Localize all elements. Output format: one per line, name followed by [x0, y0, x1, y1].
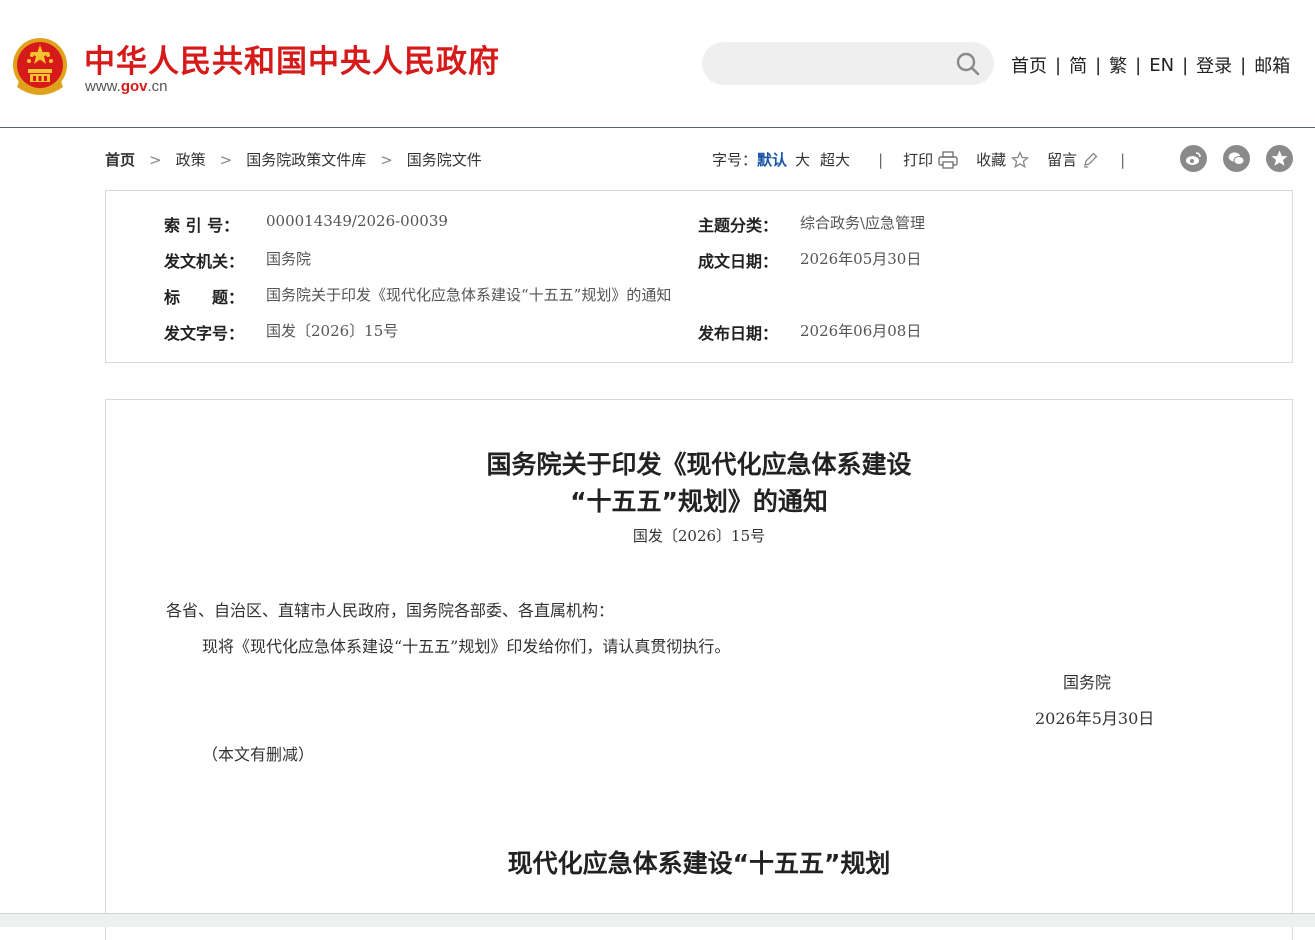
article-title-line2: “十五五”规划》的通知	[570, 487, 828, 516]
comment-label: 留言	[1047, 151, 1078, 169]
print-button[interactable]: 打印	[903, 149, 958, 170]
article-title: 国务院关于印发《现代化应急体系建设 “十五五”规划》的通知	[106, 446, 1292, 520]
share-qzone-button[interactable]	[1266, 145, 1293, 172]
domain-suffix: .cn	[147, 78, 168, 95]
qzone-icon	[1271, 150, 1288, 166]
meta-title-row: 标 题： 国务院关于印发《现代化应急体系建设“十五五”规划》的通知	[164, 284, 671, 308]
font-size-large[interactable]: 大	[795, 149, 810, 170]
chevron-right-icon: >	[149, 150, 162, 169]
article-doc-number: 国发〔2026〕15号	[632, 527, 766, 545]
meta-title-value: 国务院关于印发《现代化应急体系建设“十五五”规划》的通知	[266, 286, 672, 304]
meta-written-value: 2026年05月30日	[800, 250, 922, 268]
document-meta-box: 索 引 号： 000014349/2026-00039 主题分类： 综合政务\应…	[105, 190, 1293, 363]
pencil-icon	[1084, 152, 1098, 168]
search-icon[interactable]	[956, 52, 980, 76]
nav-home[interactable]: 首页	[1011, 52, 1047, 78]
wechat-icon	[1228, 152, 1245, 165]
share-weibo-button[interactable]	[1180, 145, 1207, 172]
meta-published-label: 发布日期：	[698, 324, 779, 343]
favorite-button[interactable]: 收藏	[976, 149, 1030, 170]
national-emblem-icon[interactable]	[11, 37, 69, 97]
comment-button[interactable]: 留言	[1047, 149, 1098, 170]
nav-mail[interactable]: 邮箱	[1254, 52, 1290, 78]
breadcrumb-policy[interactable]: 政策	[176, 149, 206, 170]
article-note: （本文有删减）	[202, 745, 315, 764]
meta-docno-value: 国发〔2026〕15号	[266, 322, 399, 340]
meta-docno-label: 发文字号：	[164, 324, 245, 343]
printer-icon	[938, 150, 958, 169]
article-date: 2026年5月30日	[1035, 709, 1155, 728]
star-icon	[1011, 150, 1030, 168]
print-label: 打印	[903, 151, 934, 169]
site-domain[interactable]: www.gov.cn	[85, 78, 168, 95]
share-wechat-button[interactable]	[1223, 145, 1250, 172]
search-input[interactable]	[720, 50, 944, 78]
nav-login[interactable]: 登录	[1196, 52, 1232, 78]
search-box	[702, 42, 994, 85]
meta-docno-row: 发文字号： 国发〔2026〕15号	[164, 320, 398, 344]
article-tools: 字号： 默认 大 超大 | 打印 收藏 留言 |	[712, 149, 1145, 170]
domain-brand: gov	[120, 78, 148, 95]
meta-index-row: 索 引 号： 000014349/2026-00039	[164, 212, 448, 236]
weibo-icon	[1186, 152, 1201, 165]
meta-written-row: 成文日期： 2026年05月30日	[698, 248, 921, 272]
breadcrumb-home[interactable]: 首页	[105, 149, 135, 170]
nav-separator: |	[1095, 54, 1102, 76]
meta-issuer-value: 国务院	[266, 250, 312, 268]
domain-prefix: www.	[85, 78, 121, 95]
tools-separator: |	[878, 150, 884, 169]
site-header: 中华人民共和国中央人民政府 www.gov.cn 首页 | 简 | 繁 | EN | 登…	[0, 0, 1315, 128]
meta-issuer-row: 发文机关： 国务院	[164, 248, 311, 272]
nav-english[interactable]: EN	[1149, 55, 1174, 76]
font-size-xlarge[interactable]: 超大	[820, 149, 850, 170]
meta-topic-label: 主题分类：	[698, 216, 779, 235]
meta-title-label: 标 题：	[164, 288, 245, 307]
nav-separator: |	[1055, 54, 1062, 76]
meta-published-row: 发布日期： 2026年06月08日	[698, 320, 921, 344]
tools-separator: |	[1120, 150, 1126, 169]
plan-title: 现代化应急体系建设“十五五”规划	[507, 849, 891, 878]
chevron-right-icon: >	[380, 150, 393, 169]
article-body: 国务院关于印发《现代化应急体系建设 “十五五”规划》的通知 国发〔2026〕15…	[105, 399, 1293, 940]
nav-separator: |	[1135, 54, 1142, 76]
nav-separator: |	[1182, 54, 1189, 76]
chevron-right-icon: >	[219, 150, 233, 169]
article-title-line1: 国务院关于印发《现代化应急体系建设	[486, 450, 912, 479]
article-salutation: 各省、自治区、直辖市人民政府，国务院各部委、各直属机构：	[166, 601, 615, 620]
font-size-default[interactable]: 默认	[757, 149, 787, 170]
window-bottom-strip	[0, 913, 1315, 927]
article-paragraph: 现将《现代化应急体系建设“十五五”规划》印发给你们，请认真贯彻执行。	[202, 637, 731, 656]
meta-index-value: 000014349/2026-00039	[266, 212, 448, 230]
meta-written-label: 成文日期：	[698, 252, 779, 271]
meta-topic-row: 主题分类： 综合政务\应急管理	[698, 212, 925, 236]
site-title[interactable]: 中华人民共和国中央人民政府	[84, 36, 500, 81]
favorite-label: 收藏	[976, 151, 1007, 169]
top-nav: 首页 | 简 | 繁 | EN | 登录 | 邮箱	[1011, 52, 1290, 78]
font-size-label: 字号：	[712, 151, 758, 169]
meta-topic-value: 综合政务\应急管理	[800, 214, 926, 232]
meta-index-label: 索 引 号：	[164, 216, 240, 235]
meta-issuer-label: 发文机关：	[164, 252, 245, 271]
breadcrumb-state-council-docs[interactable]: 国务院文件	[407, 149, 482, 170]
article-signatory: 国务院	[1063, 673, 1112, 692]
breadcrumb: 首页 > 政策 > 国务院政策文件库 > 国务院文件	[105, 149, 482, 170]
breadcrumb-policy-library[interactable]: 国务院政策文件库	[246, 149, 366, 170]
nav-simplified[interactable]: 简	[1069, 52, 1087, 78]
meta-published-value: 2026年06月08日	[800, 322, 922, 340]
nav-separator: |	[1240, 54, 1247, 76]
nav-traditional[interactable]: 繁	[1109, 52, 1127, 78]
